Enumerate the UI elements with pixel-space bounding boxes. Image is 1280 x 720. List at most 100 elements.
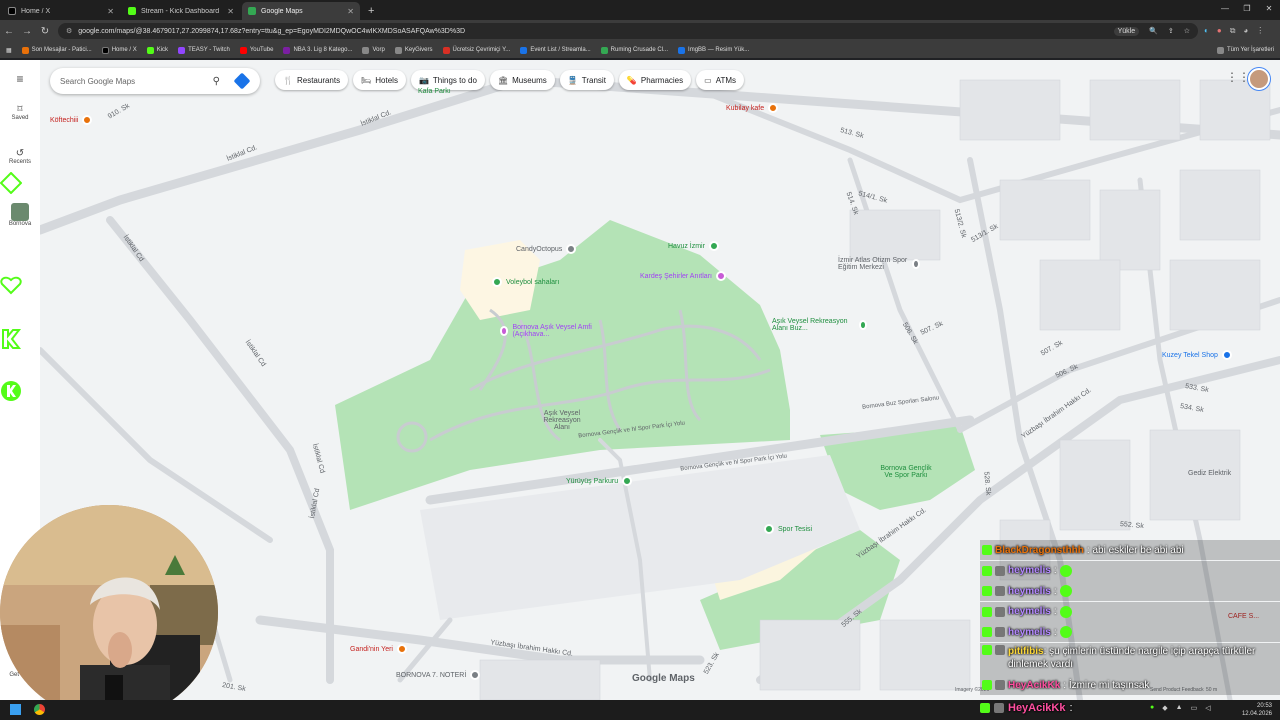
- back-icon[interactable]: ←: [0, 26, 18, 37]
- chat-message: heymelis :: [980, 601, 1280, 622]
- maximize-icon[interactable]: ❐: [1236, 0, 1258, 18]
- poi-amfi[interactable]: Bornova Aşık Veysel Amfi (Açıkhava...: [500, 324, 600, 338]
- menu-hamburger-icon[interactable]: ≡: [4, 72, 36, 86]
- streamer-webcam-image: [0, 505, 218, 720]
- bookmark-item[interactable]: YouTube: [239, 46, 273, 54]
- poi-candyoctopus[interactable]: CandyOctopus: [516, 244, 577, 254]
- account-avatar[interactable]: [1248, 68, 1270, 90]
- poi-noter[interactable]: BORNOVA 7. NOTERİ: [396, 670, 481, 680]
- translate-button[interactable]: Yükle: [1113, 26, 1140, 36]
- chat-text: :: [1053, 565, 1057, 576]
- chat-text: : İzmire mi taşınsak: [1063, 679, 1150, 691]
- poi-koftechi[interactable]: Köftechiii: [50, 115, 93, 125]
- close-window-icon[interactable]: ✕: [1258, 0, 1280, 18]
- poi-gandiin[interactable]: Gandi'nin Yeri: [350, 644, 407, 654]
- bookmark-item[interactable]: Home / X: [101, 46, 137, 54]
- chat-message: heymelis :: [980, 581, 1280, 601]
- bookmark-item[interactable]: NBA 3. Lig 8 Katego...: [283, 46, 352, 54]
- close-tab-icon[interactable]: ✕: [227, 7, 234, 16]
- taskbar-clock[interactable]: 20:53 12.04.2026: [1242, 702, 1272, 718]
- volume-icon[interactable]: ◁: [1205, 704, 1210, 712]
- tab-kick-dashboard[interactable]: Stream - Kick Dashboard ✕: [122, 2, 240, 20]
- subscriber-badge-icon: [994, 703, 1004, 713]
- bookmark-star-icon[interactable]: ☆: [1184, 27, 1190, 35]
- chat-username: pitifibis: [1008, 645, 1044, 657]
- chip-atms[interactable]: ▭ ATMs: [696, 70, 744, 90]
- bookmark-item[interactable]: Son Mesajlar - Patici...: [21, 46, 92, 54]
- minimize-icon[interactable]: —: [1214, 0, 1236, 18]
- bookmark-item[interactable]: Event List / Streamla...: [520, 46, 591, 54]
- site-info-icon[interactable]: ⚙: [66, 27, 72, 35]
- chat-text: : şu çimlerin üstünde nargile içip arapç…: [1008, 645, 1256, 670]
- directions-icon[interactable]: [233, 72, 251, 90]
- poi-atlas[interactable]: İzmir Atlas Otizm Spor Eğitim Merkezi: [838, 257, 920, 271]
- google-apps-icon[interactable]: ⋮⋮: [1226, 70, 1250, 84]
- search-box[interactable]: Search Google Maps ⚲: [50, 68, 260, 94]
- search-input[interactable]: Search Google Maps: [60, 77, 135, 86]
- address-bar[interactable]: ⚙ google.com/maps/@38.4679017,27.2099874…: [58, 23, 1198, 39]
- apps-grid-icon[interactable]: ▦: [6, 47, 12, 54]
- tray-app-icon[interactable]: ▲: [1176, 704, 1183, 712]
- tray-app-icon[interactable]: ●: [1150, 704, 1154, 712]
- bookmark-item[interactable]: Ücretsiz Çevrimiçi Y...: [442, 46, 510, 54]
- chip-things-to-do[interactable]: 📷 Things to do: [410, 70, 485, 90]
- new-tab-button[interactable]: +: [360, 5, 382, 20]
- shop-pin-icon: [1221, 350, 1232, 360]
- close-tab-icon[interactable]: ✕: [107, 7, 114, 16]
- chip-hotels[interactable]: 🛏 Hotels: [353, 70, 406, 90]
- stream-chat-overlay: BlackDragonsthhh : abi eskiler be abi ab…: [980, 540, 1280, 700]
- chat-username: heymelis: [1008, 626, 1051, 638]
- bookmark-item[interactable]: Kick: [146, 46, 168, 54]
- reload-icon[interactable]: ↻: [36, 26, 54, 37]
- windows-start-icon[interactable]: [10, 704, 21, 715]
- windows-taskbar: HeyAcikKk : ● ◆ ▲ ▭ ◁ 20:53 12.04.2026: [0, 700, 1280, 720]
- chip-restaurants[interactable]: 🍴 Restaurants: [275, 70, 349, 90]
- kick-badge-icon: [982, 627, 992, 637]
- poi-spor-tesisi[interactable]: Spor Tesisi: [764, 524, 812, 534]
- chip-pharmacies[interactable]: 💊 Pharmacies: [618, 70, 692, 90]
- recent-place-button[interactable]: Bornova: [4, 203, 36, 227]
- chip-transit[interactable]: 🚆 Transit: [559, 70, 614, 90]
- tab-home-x[interactable]: Home / X ✕: [2, 2, 120, 20]
- profile-icon[interactable]: ◕: [1243, 26, 1248, 36]
- forward-icon[interactable]: →: [18, 26, 36, 37]
- bookmark-item[interactable]: Ruming Crusade Cl...: [600, 46, 668, 54]
- menu-dots-icon[interactable]: ⋮: [1256, 26, 1264, 36]
- extension-icon[interactable]: ◐: [1204, 26, 1209, 36]
- bookmark-item[interactable]: TEASY - Twitch: [178, 46, 230, 54]
- kick-badge-icon: [982, 586, 992, 596]
- chrome-taskbar-icon[interactable]: [34, 704, 45, 715]
- close-tab-icon[interactable]: ✕: [347, 7, 354, 16]
- poi-voleybol[interactable]: Voleybol sahaları: [492, 277, 559, 287]
- bookmark-folder[interactable]: Vorp: [362, 46, 385, 54]
- poi-kubilay[interactable]: Kubilay kafe: [726, 103, 779, 113]
- network-icon[interactable]: ▭: [1191, 704, 1198, 712]
- zoom-icon[interactable]: 🔍: [1149, 27, 1158, 35]
- poi-gediz[interactable]: Gediz Elektrik: [1188, 470, 1231, 477]
- bookmarks-bar: ▦ Son Mesajlar - Patici... Home / X Kick…: [0, 42, 1280, 58]
- kick-k-icon: [2, 329, 22, 349]
- tab-google-maps[interactable]: Google Maps ✕: [242, 2, 360, 20]
- poi-genclik-park[interactable]: Bornova Gençlik Ve Spor Parkı: [880, 465, 932, 479]
- chat-username: heymelis: [1008, 565, 1051, 576]
- search-icon[interactable]: ⚲: [213, 76, 220, 87]
- all-bookmarks[interactable]: Tüm Yer İşaretleri: [1216, 46, 1274, 54]
- extensions-puzzle-icon[interactable]: ⧉: [1230, 26, 1236, 36]
- poi-kafa-parki[interactable]: Kafa Parkı: [418, 88, 451, 95]
- chip-museums[interactable]: 🏛 Museums: [489, 70, 555, 90]
- poi-rekreasyon-buz[interactable]: Aşık Veysel Rekreasyon Alanı Buz...: [772, 318, 867, 332]
- poi-kardes[interactable]: Kardeş Şehirler Anıtları: [640, 271, 726, 281]
- extension-icon[interactable]: ●: [1217, 26, 1222, 36]
- poi-yuruyus[interactable]: Yürüyüş Parkuru: [566, 476, 633, 486]
- tray-app-icon[interactable]: ◆: [1162, 704, 1167, 712]
- poi-kuzey-tekel[interactable]: Kuzey Tekel Shop: [1162, 350, 1232, 360]
- place-pin-icon: [470, 670, 481, 680]
- recents-button[interactable]: ↺ Recents: [4, 148, 36, 165]
- poi-rekreasyon[interactable]: Aşık Veysel Rekreasyon Alanı: [538, 410, 586, 431]
- museum-icon: 🏛: [497, 75, 509, 85]
- poi-havuz[interactable]: Havuz İzmir: [668, 241, 719, 251]
- bookmark-item[interactable]: ImgBB — Resim Yük...: [678, 46, 749, 54]
- saved-button[interactable]: ⌑ Saved: [4, 104, 36, 121]
- share-icon[interactable]: ⇪: [1168, 27, 1174, 35]
- bookmark-folder[interactable]: KeyGivers: [394, 46, 433, 54]
